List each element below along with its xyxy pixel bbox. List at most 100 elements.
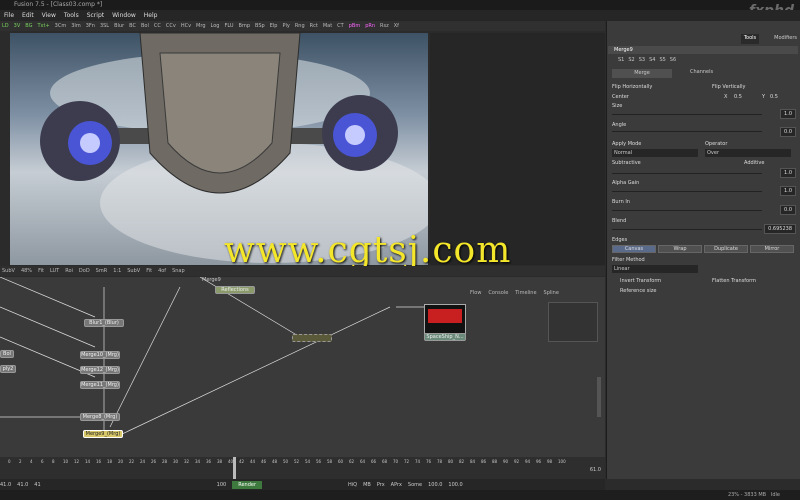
subtab-S3[interactable]: S3	[639, 57, 645, 63]
blend-input[interactable]: 0.695238	[764, 224, 796, 234]
node-dashed[interactable]	[292, 334, 332, 342]
toolbar-button-24[interactable]: CT	[337, 23, 344, 29]
tool-header[interactable]: Merge9	[608, 46, 798, 54]
node-spaceship[interactable]: SpaceShip_N...	[424, 333, 466, 341]
flow-view[interactable]: Reflections Blur1_(Blur) Merge10_(Mrg) M…	[0, 277, 605, 457]
node-blur1[interactable]: Blur1_(Blur)	[84, 319, 124, 327]
subtab-S4[interactable]: S4	[649, 57, 655, 63]
burn-in-input[interactable]: 0.0	[780, 205, 796, 215]
viewer-tool-8[interactable]: SubV	[127, 268, 140, 274]
toolbar-button-18[interactable]: BSp	[255, 23, 265, 29]
node-bol[interactable]: Bol	[0, 350, 14, 358]
toolbar-button-4[interactable]: 3Cm	[55, 23, 67, 29]
toolbar-button-28[interactable]: Xf	[394, 23, 399, 29]
toolbar-button-11[interactable]: CC	[154, 23, 161, 29]
viewer-tool-3[interactable]: LUT	[50, 268, 59, 274]
toolbar-button-19[interactable]: Elp	[270, 23, 278, 29]
alpha-gain-slider[interactable]	[612, 191, 762, 192]
node-merge11[interactable]: Merge11_(Mrg)	[80, 381, 120, 389]
toolbar-button-8[interactable]: Blur	[114, 23, 124, 29]
toolbar-button-0[interactable]: LD	[2, 23, 9, 29]
toolbar-button-14[interactable]: Mrg	[196, 23, 205, 29]
viewer-tool-5[interactable]: DoD	[79, 268, 90, 274]
toolbar-button-3[interactable]: Txt+	[37, 23, 49, 29]
subtab-S5[interactable]: S5	[659, 57, 665, 63]
subtab-S6[interactable]: S6	[670, 57, 676, 63]
edge-duplicate-button[interactable]: Duplicate	[704, 245, 748, 253]
node-reflections[interactable]: Reflections	[215, 286, 255, 294]
flow-tab-3[interactable]: Spline	[544, 290, 559, 299]
operator-select[interactable]: Over	[705, 149, 791, 157]
end-frame[interactable]: 100	[217, 482, 227, 488]
subtab-S2[interactable]: S2	[628, 57, 634, 63]
menu-item-6[interactable]: Help	[144, 12, 158, 19]
viewer-tool-11[interactable]: Snap	[172, 268, 185, 274]
aprx-button[interactable]: APrx	[391, 482, 402, 488]
inspector-tab-0[interactable]: Tools	[740, 34, 760, 44]
viewer-tool-1[interactable]: 48%	[21, 268, 32, 274]
viewer-tool-2[interactable]: Fit	[38, 268, 44, 274]
menu-item-2[interactable]: View	[42, 12, 56, 19]
some-button[interactable]: Some	[408, 482, 422, 488]
angle-slider[interactable]	[612, 131, 762, 132]
render-start[interactable]: 41.0	[17, 482, 28, 488]
filter-method-select[interactable]: Linear	[612, 265, 698, 273]
burn-in-slider[interactable]	[612, 210, 762, 211]
hiq-button[interactable]: HiQ	[348, 482, 357, 488]
timeline-ruler[interactable]: 0 2 4 6 8 10 12 14 16 18 20 22 24 26 28 30 32 34 36 38 40 42 4…	[0, 457, 605, 479]
viewer-tool-10[interactable]: 4of	[158, 268, 166, 274]
size-slider[interactable]	[612, 114, 762, 115]
toolbar-button-26[interactable]: pRn	[365, 23, 375, 29]
toolbar-button-5[interactable]: 3Im	[71, 23, 81, 29]
inspector-tab-1[interactable]: Modifiers	[771, 34, 800, 44]
additive-input[interactable]: 1.0	[780, 168, 796, 178]
toolbar-button-22[interactable]: Rct	[310, 23, 318, 29]
toolbar-button-25[interactable]: pBm	[349, 23, 360, 29]
toolbar-button-20[interactable]: Ply	[282, 23, 289, 29]
flow-tab-0[interactable]: Flow	[470, 290, 481, 299]
size-input[interactable]: 1.0	[780, 109, 796, 119]
toolbar-button-12[interactable]: CCv	[166, 23, 176, 29]
viewer-tool-6[interactable]: SmR	[96, 268, 108, 274]
subtab-S1[interactable]: S1	[618, 57, 624, 63]
node-merge10[interactable]: Merge10_(Mrg)	[80, 351, 120, 359]
flow-tab-1[interactable]: Console	[488, 290, 508, 299]
viewer-tool-0[interactable]: SubV	[2, 268, 15, 274]
center-y-input[interactable]: 0.5	[770, 94, 778, 100]
toolbar-button-16[interactable]: FLU	[224, 23, 233, 29]
flatten-transform-checkbox[interactable]: Flatten Transform	[712, 278, 756, 284]
node-merge12[interactable]: Merge12_(Mrg)	[80, 366, 120, 374]
apply-mode-select[interactable]: Normal	[612, 149, 698, 157]
toolbar-button-10[interactable]: Bol	[141, 23, 149, 29]
edge-wrap-button[interactable]: Wrap	[658, 245, 702, 253]
tab-channels[interactable]: Channels	[690, 69, 713, 75]
toolbar-button-21[interactable]: Rng	[295, 23, 305, 29]
edge-mirror-button[interactable]: Mirror	[750, 245, 794, 253]
flow-tab-2[interactable]: Timeline	[515, 290, 536, 299]
menu-item-1[interactable]: Edit	[22, 12, 34, 19]
toolbar-button-7[interactable]: 3SL	[100, 23, 109, 29]
flip-v-checkbox[interactable]: Flip Vertically	[712, 84, 745, 90]
invert-transform-checkbox[interactable]: Invert Transform	[620, 278, 661, 284]
alpha-gain-input[interactable]: 1.0	[780, 186, 796, 196]
flow-scrollbar[interactable]	[597, 377, 601, 417]
menu-item-4[interactable]: Script	[87, 12, 104, 19]
edge-canvas-button[interactable]: Canvas	[612, 245, 656, 253]
menu-item-5[interactable]: Window	[112, 12, 136, 19]
flow-navigator[interactable]	[548, 302, 598, 342]
sub-add-slider[interactable]	[612, 173, 762, 174]
flip-h-checkbox[interactable]: Flip Horizontally	[612, 84, 652, 90]
viewer-tool-4[interactable]: Roi	[65, 268, 73, 274]
toolbar-button-1[interactable]: 3V	[14, 23, 21, 29]
mb-button[interactable]: MB	[363, 482, 371, 488]
render-button[interactable]: Render	[232, 480, 263, 489]
viewer-tool-9[interactable]: Fit	[146, 268, 152, 274]
node-ply2[interactable]: ply2	[0, 365, 16, 373]
menu-item-3[interactable]: Tools	[64, 12, 79, 19]
toolbar-button-23[interactable]: Mat	[323, 23, 332, 29]
toolbar-button-9[interactable]: BC	[129, 23, 136, 29]
toolbar-button-17[interactable]: Bmp	[239, 23, 250, 29]
prx-button[interactable]: Prx	[377, 482, 385, 488]
global-start[interactable]: 41.0	[0, 482, 11, 488]
menu-item-0[interactable]: File	[4, 12, 14, 19]
